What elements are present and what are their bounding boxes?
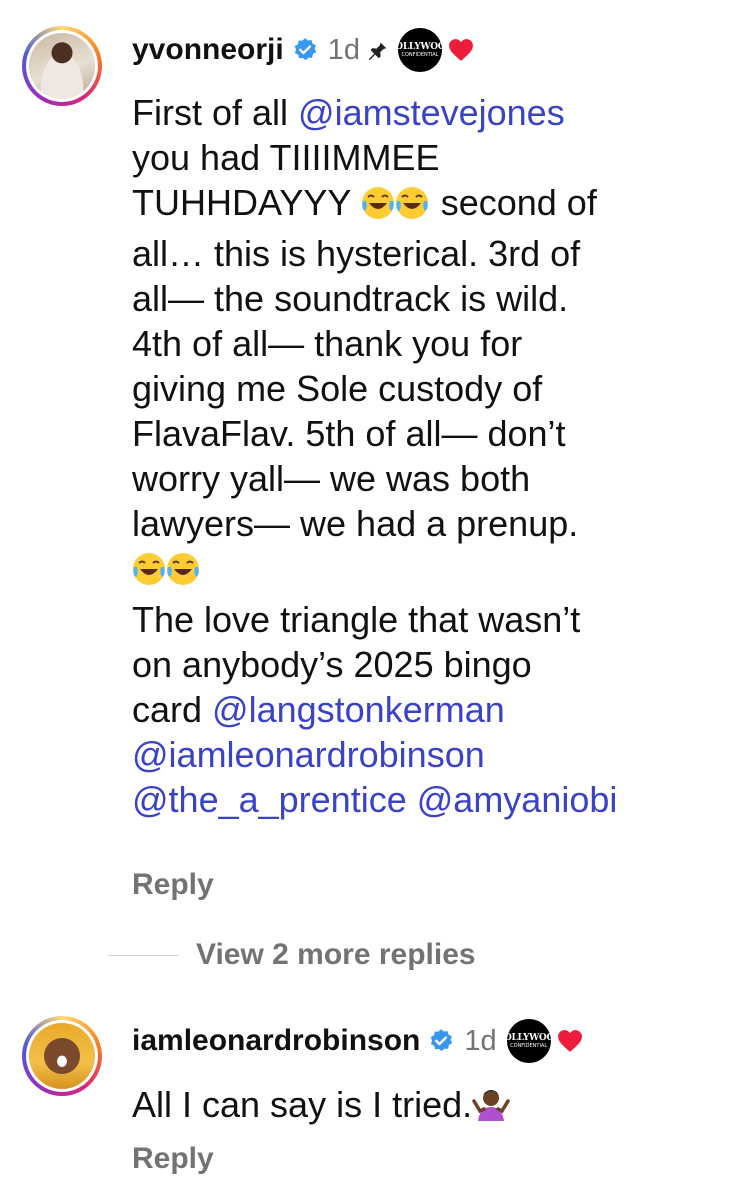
text-line: card @langstonkerman: [132, 687, 722, 732]
username[interactable]: yvonneorji: [132, 33, 284, 67]
text-line: The love triangle that wasn’t: [132, 599, 581, 640]
mention-amyaniobi[interactable]: @amyaniobi: [417, 779, 618, 820]
shrug-emoji: [472, 1087, 510, 1133]
text-span: card: [132, 689, 213, 730]
avatar-photo: [29, 33, 95, 99]
avatar-photo: [29, 1023, 95, 1089]
timestamp: 1d: [464, 1024, 497, 1057]
text-span: First of all: [132, 92, 299, 133]
heart-icon[interactable]: [557, 1029, 583, 1053]
comment-header: yvonneorji 1d HOLLYWOOD CONFIDENTIAL: [132, 28, 474, 72]
comment-header: iamleonardrobinson 1d HOLLYWOOD CONFIDEN…: [132, 1019, 583, 1063]
mention-iamstevejones[interactable]: @iamstevejones: [298, 92, 565, 133]
text-line: you had TIIIIMMEE: [132, 137, 440, 178]
verified-badge-icon: [294, 38, 316, 61]
mention-iamleonardrobinson[interactable]: @iamleonardrobinson: [132, 734, 485, 775]
badge-text-bottom: CONFIDENTIAL: [401, 51, 439, 58]
hollywood-confidential-badge: HOLLYWOOD CONFIDENTIAL: [496, 1019, 562, 1063]
text-line: on anybody’s 2025 bingo: [132, 644, 532, 685]
reply-button[interactable]: Reply: [132, 1142, 214, 1176]
text-line: 4th of all— thank you for: [132, 323, 523, 364]
mention-langstonkerman[interactable]: @langstonkerman: [212, 689, 505, 730]
text-line: giving me Sole custody of: [132, 368, 543, 409]
avatar-iamleonardrobinson[interactable]: [22, 1016, 102, 1096]
text-span: second of: [430, 182, 597, 223]
username[interactable]: iamleonardrobinson: [132, 1024, 420, 1058]
hollywood-confidential-badge: HOLLYWOOD CONFIDENTIAL: [387, 28, 453, 72]
view-more-replies-label[interactable]: View 2 more replies: [196, 938, 476, 972]
text-line: First of all @iamstevejones: [132, 90, 722, 135]
text-line: all… this is hysterical. 3rd of: [132, 233, 581, 274]
text-span: TUHHDAYYY: [132, 182, 361, 223]
avatar-frame: [26, 30, 98, 102]
text-span: All I can say is I tried.: [132, 1084, 473, 1125]
text-line: lawyers— we had a prenup.: [132, 503, 579, 544]
verified-badge-icon: [430, 1029, 453, 1052]
reply-button[interactable]: Reply: [132, 868, 214, 902]
avatar-yvonneorji[interactable]: [22, 26, 102, 106]
view-more-replies[interactable]: View 2 more replies: [108, 938, 476, 972]
text-line: @iamleonardrobinson: [132, 732, 722, 777]
comment-text: All I can say is I tried.: [132, 1082, 722, 1133]
badge-text-top: HOLLYWOOD: [495, 1032, 562, 1043]
text-line: worry yall— we was both: [132, 458, 531, 499]
divider-line: [108, 954, 178, 956]
text-line: @the_a_prentice @amyaniobi: [132, 777, 722, 822]
text-line: TUHHDAYYY second of: [132, 180, 722, 231]
heart-icon[interactable]: [448, 38, 474, 62]
text-line: [132, 546, 722, 597]
laughing-tears-emoji: [361, 185, 431, 231]
timestamp: 1d: [327, 33, 360, 66]
avatar-frame: [26, 1020, 98, 1092]
text-line: All I can say is I tried.: [132, 1082, 722, 1133]
mention-the-a-prentice[interactable]: @the_a_prentice: [132, 779, 407, 820]
comment-text: First of all @iamstevejones you had TIII…: [132, 90, 722, 822]
text-line: FlavaFlav. 5th of all— don’t: [132, 413, 566, 454]
pin-icon: [368, 40, 387, 61]
laughing-tears-emoji: [132, 551, 202, 597]
badge-text-top: HOLLYWOOD: [387, 41, 453, 52]
badge-text-bottom: CONFIDENTIAL: [510, 1042, 548, 1049]
text-line: all— the soundtrack is wild.: [132, 278, 569, 319]
